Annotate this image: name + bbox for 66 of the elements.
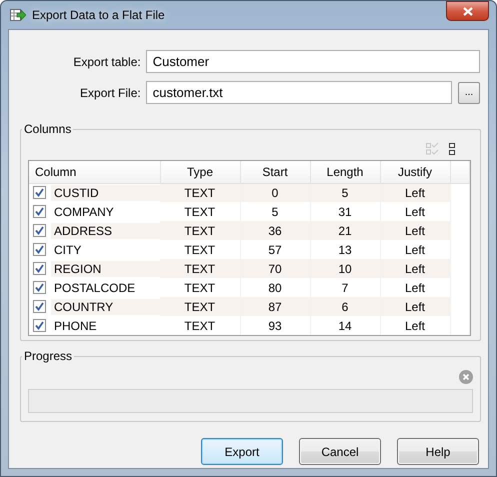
table-cell: 0 [240,183,310,202]
table-export-icon [10,8,26,22]
table-cell: 36 [240,221,310,240]
checkbox[interactable] [33,224,46,237]
table-cell: Left [380,183,450,202]
table-cell: Left [380,240,450,259]
table-cell: Left [380,278,450,297]
group-title: Progress [23,349,74,363]
table-cell: 57 [240,240,310,259]
dialog-button[interactable]: Export [201,438,283,465]
table-cell: COUNTRY [51,298,160,314]
table-cell: TEXT [160,183,240,202]
table-cell: Left [380,297,450,316]
column-header[interactable]: Start [240,161,310,183]
table-cell: 80 [240,278,310,297]
dialog-button[interactable]: Cancel [299,438,381,465]
table-cell: ADDRESS [51,222,160,238]
table-cell: REGION [51,260,160,276]
column-header[interactable]: Length [310,161,380,183]
checklist-icon[interactable] [426,143,439,155]
field-label: Export table: [72,54,142,68]
checkbox[interactable] [33,300,46,313]
checkbox[interactable] [33,281,46,294]
table-cell: 5 [240,202,310,221]
column-header[interactable]: Column [29,161,160,183]
table-cell: TEXT [160,240,240,259]
table-cell: 87 [240,297,310,316]
checkbox[interactable] [33,186,46,200]
checkbox[interactable] [33,243,46,256]
group-title: Columns [23,122,72,136]
table-cell: 31 [310,202,380,221]
unchecked-list-icon[interactable] [449,143,455,155]
dialog-button[interactable]: Help [397,438,479,465]
table-cell: 6 [310,297,380,316]
column-header[interactable]: Justify [380,161,450,183]
table-cell: TEXT [160,259,240,278]
field-label: Export File: [79,86,142,100]
column-header[interactable]: Type [160,161,240,183]
checkbox[interactable] [33,205,46,218]
cancel-icon[interactable] [459,370,473,384]
table-cell: 21 [310,221,380,240]
close-button[interactable] [446,1,489,21]
table-cell: 7 [310,278,380,297]
table-cell: CUSTID [51,184,160,201]
table-cell: TEXT [160,278,240,297]
table-cell: 13 [310,240,380,259]
table-cell: TEXT [160,297,240,316]
table-cell: Left [380,259,450,278]
table-cell: Left [380,202,450,221]
text-field[interactable]: customer.txt [146,81,452,104]
checkbox[interactable] [33,319,46,332]
close-icon [462,6,472,16]
browse-button[interactable]: ... [458,82,480,104]
window-title: Export Data to a Flat File [32,8,166,22]
text-field[interactable]: Customer [146,50,480,73]
table-cell: 5 [310,183,380,202]
table-cell: 93 [240,316,310,335]
table-cell: TEXT [160,316,240,335]
table-cell: 10 [310,259,380,278]
table-cell: TEXT [160,221,240,240]
table-cell: 14 [310,316,380,335]
table-cell: Left [380,221,450,240]
table-cell: 70 [240,259,310,278]
table-cell: TEXT [160,202,240,221]
checkbox[interactable] [33,262,46,275]
table-cell: Left [380,316,450,335]
